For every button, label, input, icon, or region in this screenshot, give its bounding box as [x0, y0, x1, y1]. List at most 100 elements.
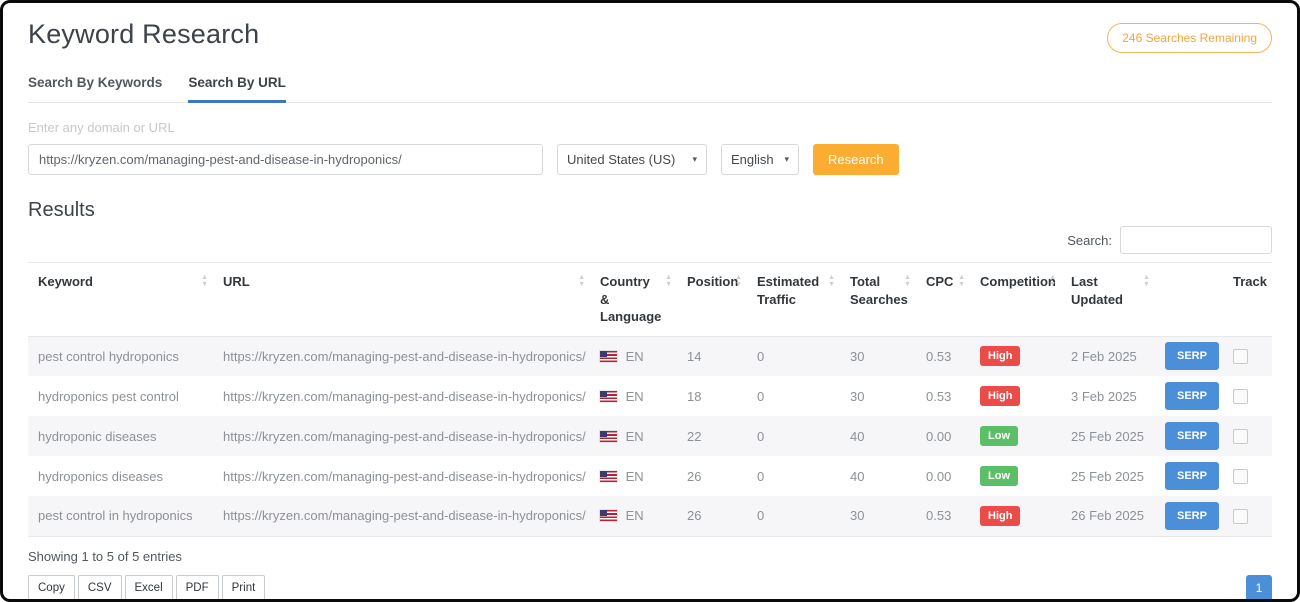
- cpc-cell: 0.53: [916, 336, 970, 376]
- track-cell: [1223, 376, 1272, 416]
- column-header-competition[interactable]: Competition▲▼: [970, 263, 1061, 337]
- competition-cell: High: [970, 376, 1061, 416]
- track-cell: [1223, 336, 1272, 376]
- column-header-label: Position: [687, 274, 738, 289]
- competition-badge: High: [980, 386, 1020, 406]
- cpc-cell: 0.00: [916, 456, 970, 496]
- serp-cell: SERP: [1155, 416, 1223, 456]
- us-flag-icon: [600, 391, 617, 402]
- competition-cell: Low: [970, 456, 1061, 496]
- table-header-row: Keyword▲▼URL▲▼Country & Language▲▼Positi…: [28, 263, 1272, 337]
- last-updated-cell: 26 Feb 2025: [1061, 496, 1155, 536]
- url-cell: https://kryzen.com/managing-pest-and-dis…: [213, 416, 590, 456]
- serp-cell: SERP: [1155, 336, 1223, 376]
- serp-button[interactable]: SERP: [1165, 502, 1219, 530]
- sort-icon[interactable]: ▲▼: [578, 275, 585, 288]
- table-row: pest control hydroponicshttps://kryzen.c…: [28, 336, 1272, 376]
- serp-button[interactable]: SERP: [1165, 462, 1219, 490]
- table-footer: Showing 1 to 5 of 5 entries CopyCSVExcel…: [28, 549, 1272, 601]
- sort-icon[interactable]: ▲▼: [828, 275, 835, 288]
- sort-icon[interactable]: ▲▼: [904, 275, 911, 288]
- column-header-position[interactable]: Position▲▼: [677, 263, 747, 337]
- position-cell: 26: [677, 496, 747, 536]
- tab-bar: Search By Keywords Search By URL: [28, 75, 1272, 103]
- serp-button[interactable]: SERP: [1165, 382, 1219, 410]
- export-button-copy[interactable]: Copy: [28, 575, 75, 601]
- tab-search-by-keywords[interactable]: Search By Keywords: [28, 75, 162, 103]
- url-cell: https://kryzen.com/managing-pest-and-dis…: [213, 456, 590, 496]
- competition-badge: High: [980, 346, 1020, 366]
- track-checkbox[interactable]: [1233, 429, 1248, 444]
- country-language-cell: EN: [590, 376, 677, 416]
- competition-badge: Low: [980, 426, 1018, 446]
- column-header-label: URL: [223, 274, 250, 289]
- us-flag-icon: [600, 471, 617, 482]
- country-language-cell: EN: [590, 336, 677, 376]
- sort-icon[interactable]: ▲▼: [958, 275, 965, 288]
- competition-cell: High: [970, 336, 1061, 376]
- table-search: Search:: [28, 226, 1272, 254]
- url-field-label: Enter any domain or URL: [28, 120, 1272, 135]
- total-searches-cell: 30: [840, 496, 916, 536]
- position-cell: 18: [677, 376, 747, 416]
- column-header-label: Keyword: [38, 274, 93, 289]
- sort-icon[interactable]: ▲▼: [201, 275, 208, 288]
- track-checkbox[interactable]: [1233, 509, 1248, 524]
- column-header-keyword[interactable]: Keyword ▲▼: [28, 263, 213, 337]
- sort-icon[interactable]: ▲▼: [735, 275, 742, 288]
- serp-button[interactable]: SERP: [1165, 422, 1219, 450]
- chevron-down-icon: ▾: [784, 154, 789, 165]
- column-header-label: Country & Language: [600, 274, 661, 324]
- searches-remaining-badge: 246 Searches Remaining: [1107, 23, 1272, 53]
- cpc-cell: 0.53: [916, 496, 970, 536]
- last-updated-cell: 25 Feb 2025: [1061, 456, 1155, 496]
- sort-icon[interactable]: ▲▼: [1049, 275, 1056, 288]
- keyword-cell: pest control in hydroponics: [28, 496, 213, 536]
- estimated-traffic-cell: 0: [747, 496, 840, 536]
- serp-cell: SERP: [1155, 496, 1223, 536]
- position-cell: 26: [677, 456, 747, 496]
- column-header-cpc[interactable]: CPC▲▼: [916, 263, 970, 337]
- language-select[interactable]: English ▾: [721, 144, 799, 175]
- column-header-label: Estimated Traffic: [757, 274, 819, 307]
- tab-search-by-url[interactable]: Search By URL: [188, 75, 286, 103]
- total-searches-cell: 30: [840, 376, 916, 416]
- country-select[interactable]: United States (US) ▾: [557, 144, 707, 175]
- results-heading: Results: [28, 199, 1272, 222]
- sort-icon[interactable]: ▲▼: [665, 275, 672, 288]
- export-button-excel[interactable]: Excel: [125, 575, 173, 601]
- chevron-down-icon: ▾: [692, 154, 697, 165]
- cpc-cell: 0.00: [916, 416, 970, 456]
- serp-button[interactable]: SERP: [1165, 342, 1219, 370]
- keyword-cell: hydroponic diseases: [28, 416, 213, 456]
- track-checkbox[interactable]: [1233, 389, 1248, 404]
- export-button-print[interactable]: Print: [222, 575, 266, 601]
- column-header-last-updated[interactable]: Last Updated▲▼: [1061, 263, 1155, 337]
- estimated-traffic-cell: 0: [747, 456, 840, 496]
- export-button-csv[interactable]: CSV: [78, 575, 122, 601]
- serp-cell: SERP: [1155, 376, 1223, 416]
- column-header-estimated-traffic[interactable]: Estimated Traffic ▲▼: [747, 263, 840, 337]
- track-cell: [1223, 496, 1272, 536]
- column-header-country-language[interactable]: Country & Language ▲▼: [590, 263, 677, 337]
- sort-icon[interactable]: ▲▼: [1143, 275, 1150, 288]
- track-checkbox[interactable]: [1233, 349, 1248, 364]
- position-cell: 14: [677, 336, 747, 376]
- column-header-total-searches[interactable]: Total Searches▲▼: [840, 263, 916, 337]
- competition-badge: Low: [980, 466, 1018, 486]
- serp-cell: SERP: [1155, 456, 1223, 496]
- competition-badge: High: [980, 506, 1020, 526]
- table-search-input[interactable]: [1120, 226, 1272, 254]
- keyword-cell: hydroponics pest control: [28, 376, 213, 416]
- pagination-page-1[interactable]: 1: [1246, 575, 1272, 601]
- us-flag-icon: [600, 431, 617, 442]
- research-button[interactable]: Research: [813, 144, 899, 175]
- track-checkbox[interactable]: [1233, 469, 1248, 484]
- total-searches-cell: 30: [840, 336, 916, 376]
- url-cell: https://kryzen.com/managing-pest-and-dis…: [213, 336, 590, 376]
- url-input[interactable]: [28, 144, 543, 175]
- column-header-url[interactable]: URL ▲▼: [213, 263, 590, 337]
- export-button-pdf[interactable]: PDF: [176, 575, 219, 601]
- competition-cell: Low: [970, 416, 1061, 456]
- country-language-cell: EN: [590, 416, 677, 456]
